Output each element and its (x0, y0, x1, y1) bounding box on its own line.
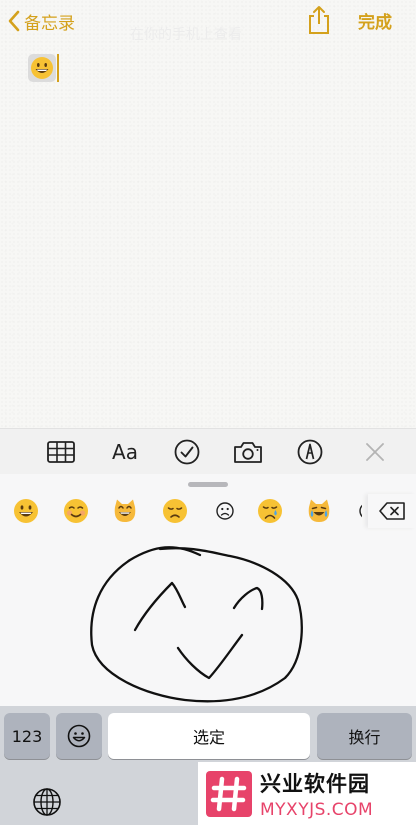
delete-button[interactable] (368, 494, 416, 528)
emoji-keyboard-icon (67, 724, 91, 748)
camera-icon (234, 442, 262, 463)
share-icon (309, 6, 329, 34)
emoji-suggestion-row (0, 496, 362, 526)
watermark-domain: MYXYJS.COM (260, 799, 374, 820)
select-key-label: 选定 (192, 728, 225, 747)
note-editor[interactable]: 在你的手机上查看 备忘录 完成 (0, 0, 416, 428)
back-button-label: 备忘录 (24, 13, 75, 34)
emoji-crying-face[interactable] (257, 498, 283, 524)
back-button[interactable]: 备忘录 (6, 8, 75, 34)
emoji-frowning-face[interactable] (212, 498, 238, 524)
background-title: 在你的手机上查看 (130, 27, 242, 43)
delete-backspace-icon (379, 502, 405, 520)
close-toolbar-button[interactable] (360, 438, 390, 466)
select-key[interactable]: 选定 (108, 713, 310, 759)
emoji-grinning-cat[interactable] (112, 498, 138, 524)
camera-button[interactable] (233, 438, 263, 466)
checklist-icon (174, 439, 200, 465)
close-icon (366, 443, 384, 461)
format-label: Aa (112, 440, 138, 464)
watermark-logo (206, 770, 252, 817)
markup-button[interactable] (295, 438, 325, 466)
emoji-smiling-face[interactable] (63, 498, 89, 524)
chevron-left-icon (8, 10, 20, 32)
note-body[interactable] (28, 54, 59, 82)
globe-icon[interactable] (31, 786, 63, 818)
return-key-label: 换行 (348, 728, 381, 747)
emoji-grinning-face[interactable] (13, 498, 39, 524)
watermark: 兴业软件园 MYXYJS.COM (198, 762, 416, 825)
table-button[interactable] (46, 438, 76, 466)
text-caret (57, 54, 59, 82)
format-button[interactable]: Aa (110, 438, 140, 466)
done-button[interactable]: 完成 (358, 8, 392, 33)
format-toolbar: Aa (0, 428, 416, 475)
checklist-button[interactable] (172, 438, 202, 466)
markup-pen-icon (297, 439, 323, 465)
numbers-key-label: 123 (11, 726, 43, 746)
emoji-disappointed-face[interactable] (162, 498, 188, 524)
table-icon (47, 441, 75, 463)
handwriting-panel (0, 474, 416, 706)
return-key[interactable]: 换行 (317, 713, 412, 759)
handwriting-canvas[interactable] (0, 536, 416, 706)
emoji-crying-cat[interactable] (306, 498, 332, 524)
panel-grabber[interactable] (188, 482, 228, 487)
grinning-face-emoji (28, 54, 56, 82)
watermark-name: 兴业软件园 (260, 771, 370, 796)
emoji-partial[interactable] (355, 498, 362, 524)
emoji-key[interactable] (56, 713, 102, 759)
numbers-key[interactable]: 123 (4, 713, 50, 759)
share-button[interactable] (306, 5, 332, 35)
